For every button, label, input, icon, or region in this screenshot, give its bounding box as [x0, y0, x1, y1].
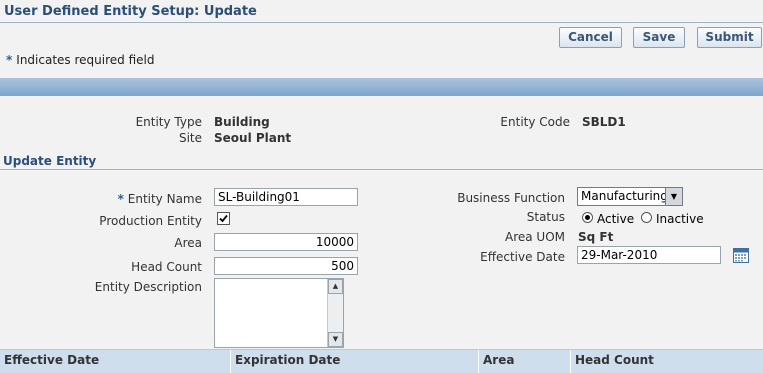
entity-name-input[interactable]: SL-Building01	[214, 188, 358, 206]
entity-code-label: Entity Code	[500, 115, 570, 129]
entity-description-label: Entity Description	[94, 280, 202, 294]
area-uom-value: Sq Ft	[578, 230, 614, 244]
head-count-input[interactable]: 500	[214, 257, 358, 275]
description-scrollbar[interactable]: ▲ ▼	[327, 279, 343, 347]
area-label: Area	[174, 236, 202, 250]
site-value: Seoul Plant	[214, 131, 292, 145]
entity-type-value: Building	[214, 115, 270, 129]
column-header-head-count[interactable]: Head Count	[570, 350, 763, 373]
save-button[interactable]: Save	[633, 27, 685, 48]
submit-button[interactable]: Submit	[697, 27, 762, 48]
chevron-down-icon[interactable]: ▼	[665, 188, 682, 205]
area-input[interactable]: 10000	[214, 233, 358, 251]
status-inactive-label: Inactive	[656, 212, 704, 226]
page-title: User Defined Entity Setup: Update	[4, 4, 257, 19]
production-entity-checkbox[interactable]	[217, 212, 230, 225]
required-note-text: Indicates required field	[16, 53, 155, 67]
table-header: Effective Date Expiration Date Area Head…	[0, 349, 763, 373]
entity-name-label-text: Entity Name	[127, 192, 202, 206]
section-title: Update Entity	[3, 154, 97, 168]
production-entity-label: Production Entity	[99, 214, 202, 228]
business-function-value: Manufacturing	[581, 189, 668, 203]
head-count-label: Head Count	[131, 260, 202, 274]
status-label: Status	[526, 210, 565, 224]
entity-code-value: SBLD1	[582, 115, 626, 129]
required-asterisk: *	[117, 192, 124, 206]
header-band	[0, 78, 763, 96]
effective-date-label: Effective Date	[480, 250, 565, 264]
check-icon	[217, 212, 230, 225]
effective-date-input[interactable]: 29-Mar-2010	[577, 246, 721, 264]
status-active-label: Active	[597, 212, 635, 226]
business-function-label: Business Function	[457, 191, 565, 205]
scroll-down-icon[interactable]: ▼	[328, 332, 343, 347]
entity-description-textarea[interactable]: ▲ ▼	[214, 278, 344, 348]
column-header-expiration-date[interactable]: Expiration Date	[230, 350, 478, 373]
cancel-button[interactable]: Cancel	[559, 27, 622, 48]
business-function-select[interactable]: Manufacturing ▼	[577, 187, 683, 206]
section-divider	[0, 169, 763, 170]
entity-type-label: Entity Type	[135, 115, 202, 129]
status-inactive-radio[interactable]	[641, 212, 652, 223]
scroll-up-icon[interactable]: ▲	[328, 279, 343, 294]
title-divider	[0, 22, 763, 23]
column-header-area[interactable]: Area	[478, 350, 570, 373]
entity-name-label: * Entity Name	[60, 192, 202, 206]
column-header-effective-date[interactable]: Effective Date	[0, 350, 230, 373]
site-label: Site	[178, 131, 202, 145]
area-uom-label: Area UOM	[504, 230, 565, 244]
status-active-radio[interactable]	[582, 212, 593, 223]
calendar-icon[interactable]	[733, 248, 749, 263]
required-asterisk: *	[6, 53, 13, 67]
required-field-note: * Indicates required field	[6, 53, 154, 67]
